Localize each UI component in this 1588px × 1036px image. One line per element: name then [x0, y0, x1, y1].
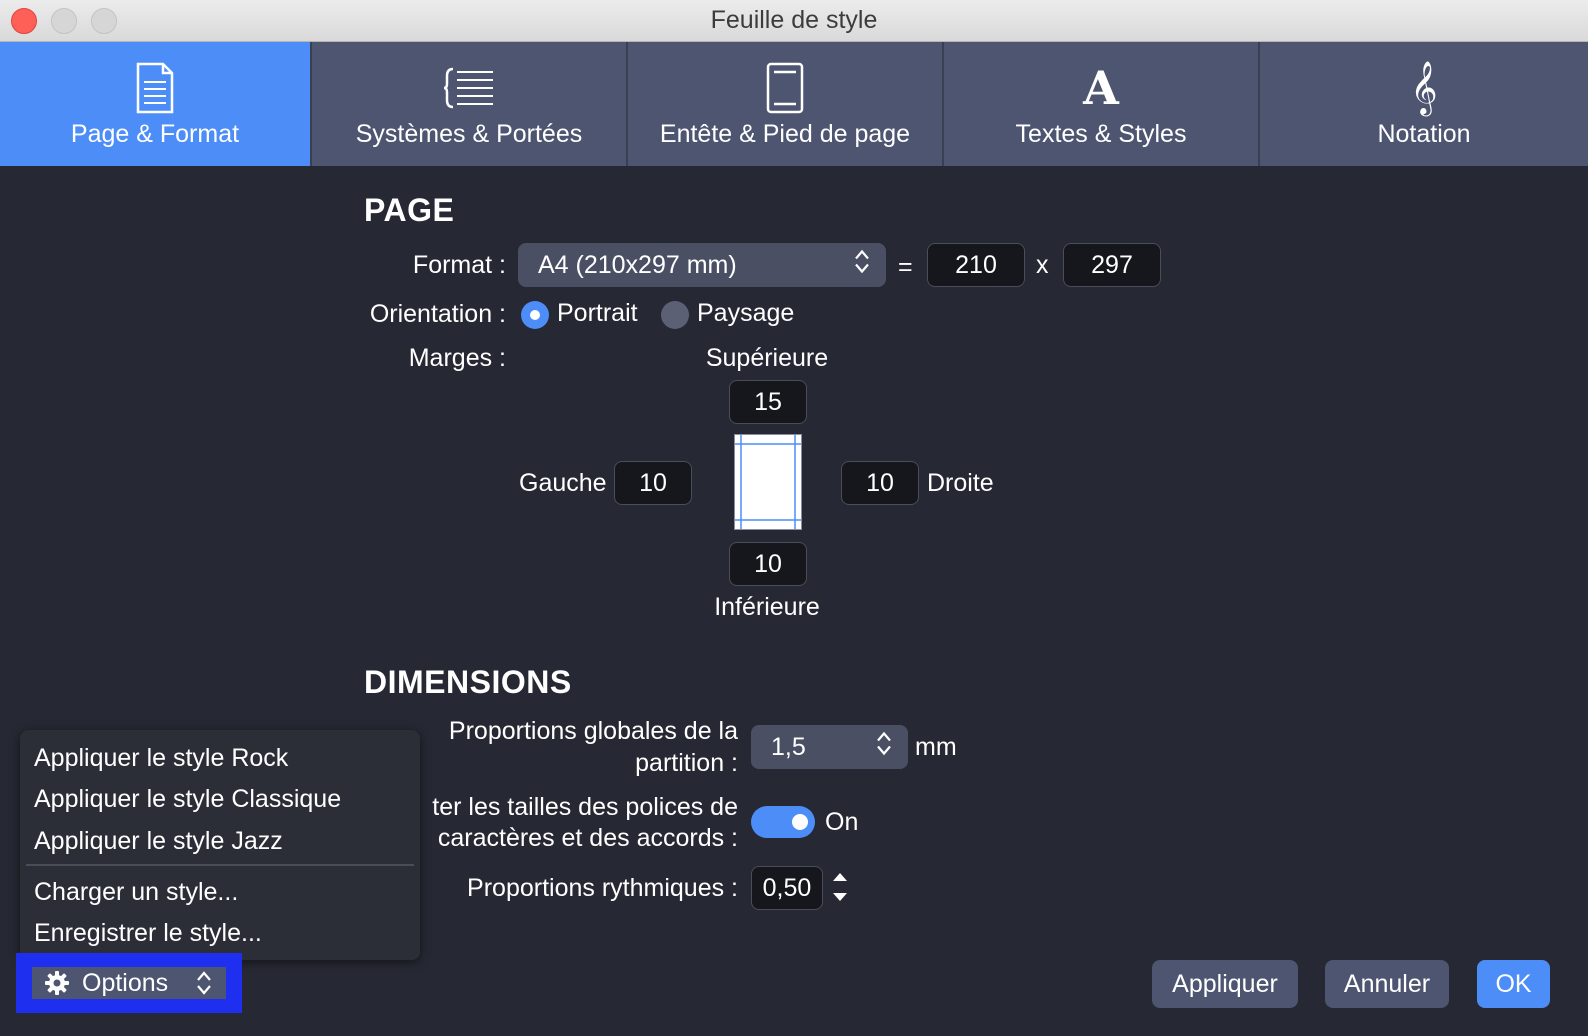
- portrait-label[interactable]: Portrait: [557, 299, 638, 328]
- top-margin-field[interactable]: 15: [729, 380, 807, 424]
- menu-item-load-style[interactable]: Charger un style...: [34, 878, 238, 907]
- arrow-up-icon: [833, 873, 847, 881]
- gear-icon: [44, 970, 70, 996]
- tab-notation[interactable]: 𝄞 Notation: [1260, 42, 1588, 166]
- times-sign: x: [1036, 251, 1049, 279]
- format-label: Format :: [412, 251, 506, 279]
- options-highlight: Options: [16, 953, 242, 1013]
- ok-button[interactable]: OK: [1477, 960, 1550, 1008]
- tab-label: Systèmes & Portées: [355, 120, 583, 148]
- global-proportions-value: 1,5: [771, 732, 806, 761]
- left-margin-field[interactable]: 10: [614, 461, 692, 505]
- chevron-up-down-icon: [876, 731, 892, 764]
- chevron-up-down-icon: [854, 249, 870, 282]
- page-section-title: PAGE: [364, 192, 455, 228]
- page-icon: [0, 60, 310, 116]
- window-title: Feuille de style: [710, 6, 878, 34]
- menu-item-apply-classic[interactable]: Appliquer le style Classique: [34, 785, 341, 814]
- tab-texts-styles[interactable]: A Textes & Styles: [944, 42, 1260, 166]
- menu-item-apply-jazz[interactable]: Appliquer le style Jazz: [34, 827, 283, 856]
- format-value: A4 (210x297 mm): [538, 250, 737, 279]
- apply-button[interactable]: Appliquer: [1152, 960, 1298, 1008]
- menu-item-apply-rock[interactable]: Appliquer le style Rock: [34, 744, 288, 773]
- format-select[interactable]: A4 (210x297 mm): [518, 243, 886, 287]
- font-scale-toggle-label: On: [825, 808, 859, 836]
- treble-clef-icon: 𝄞: [1410, 60, 1438, 114]
- menu-separator: [26, 864, 414, 866]
- page-height-field[interactable]: 297: [1063, 243, 1161, 287]
- title-bar: Feuille de style: [0, 0, 1588, 42]
- chevron-up-down-icon: [196, 970, 212, 1003]
- cancel-button[interactable]: Annuler: [1325, 960, 1449, 1008]
- header-footer-icon: [628, 60, 942, 116]
- global-proportions-select[interactable]: 1,5: [751, 725, 908, 769]
- options-button[interactable]: Options: [32, 967, 226, 999]
- rhythmic-proportions-field[interactable]: 0,50: [751, 866, 823, 910]
- landscape-radio[interactable]: [661, 301, 689, 329]
- rhythmic-proportions-label: Proportions rythmiques :: [467, 874, 738, 902]
- bottom-margin-label: Inférieure: [714, 593, 820, 621]
- equals-sign: =: [898, 253, 913, 281]
- tab-label: Entête & Pied de page: [659, 120, 911, 148]
- tab-header-footer[interactable]: Entête & Pied de page: [628, 42, 944, 166]
- options-menu: Appliquer le style Rock Appliquer le sty…: [20, 730, 420, 960]
- page-width-field[interactable]: 210: [927, 243, 1025, 287]
- tab-label: Page & Format: [70, 120, 240, 148]
- global-proportions-label-line1: Proportions globales de la: [448, 717, 738, 745]
- top-margin-label: Supérieure: [705, 344, 829, 372]
- landscape-label[interactable]: Paysage: [697, 299, 794, 328]
- right-margin-field[interactable]: 10: [841, 461, 919, 505]
- left-margin-label: Gauche: [519, 469, 607, 497]
- tab-bar: Page & Format Systèmes & Portées Entête …: [0, 42, 1588, 166]
- tab-label: Notation: [1377, 120, 1471, 148]
- tab-label: Textes & Styles: [1015, 120, 1187, 148]
- options-button-label: Options: [82, 968, 169, 997]
- arrow-down-icon: [833, 893, 847, 901]
- margins-label: Marges :: [408, 344, 506, 372]
- menu-item-save-style[interactable]: Enregistrer le style...: [34, 919, 262, 948]
- tab-page-format[interactable]: Page & Format: [0, 42, 312, 166]
- font-scale-toggle[interactable]: [751, 806, 815, 838]
- global-proportions-label-line2: partition :: [635, 749, 738, 777]
- staff-systems-icon: [312, 60, 626, 116]
- right-margin-label: Droite: [927, 469, 994, 497]
- text-style-icon: A: [1083, 61, 1119, 115]
- global-proportions-unit: mm: [915, 733, 957, 761]
- dimensions-section-title: DIMENSIONS: [364, 664, 572, 700]
- margin-preview: [734, 434, 802, 530]
- orientation-label: Orientation :: [369, 300, 506, 328]
- bottom-margin-field[interactable]: 10: [729, 542, 807, 586]
- rhythmic-proportions-stepper[interactable]: [823, 866, 857, 908]
- font-scale-label-line2: caractères et des accords :: [437, 824, 738, 852]
- tab-systems-staves[interactable]: Systèmes & Portées: [312, 42, 628, 166]
- portrait-radio[interactable]: [521, 301, 549, 329]
- font-scale-label-line1: ter les tailles des polices de: [432, 793, 738, 821]
